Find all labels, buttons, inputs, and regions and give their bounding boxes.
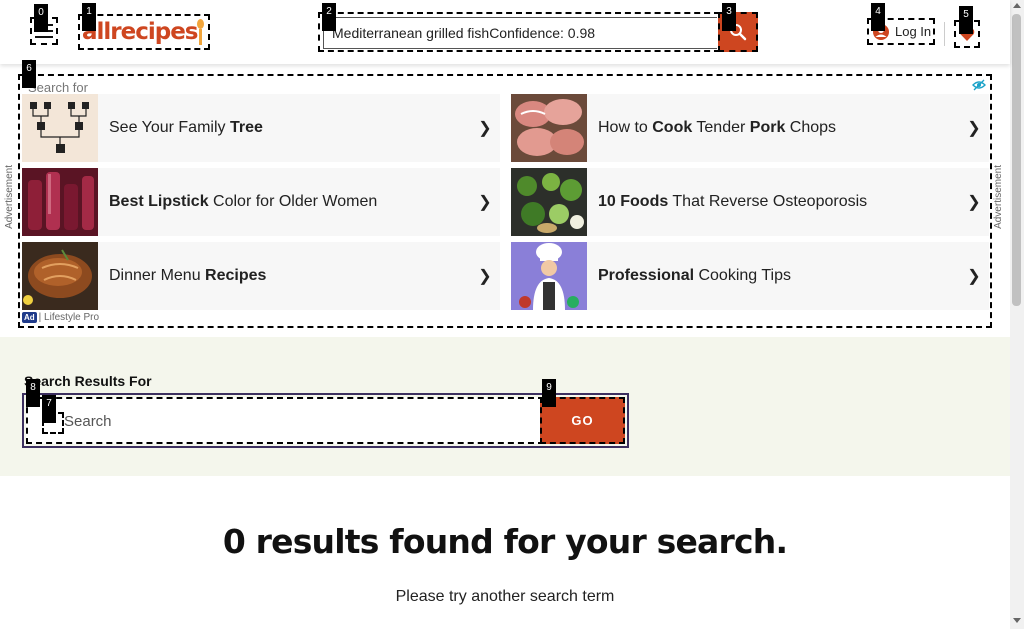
page: allrecipes Log In Adverti [0, 0, 1024, 629]
site-header: allrecipes Log In [0, 0, 1010, 64]
marker-label: 9 [542, 379, 556, 407]
ad-item[interactable]: Professional Cooking Tips ❯ [511, 242, 989, 310]
logo-text: allrecipes [82, 19, 199, 45]
chevron-right-icon: ❯ [478, 268, 492, 285]
ad-item[interactable]: How to Cook Tender Pork Chops ❯ [511, 94, 989, 162]
chevron-right-icon: ❯ [967, 268, 981, 285]
header-search-box [318, 12, 720, 52]
ad-item-label: Dinner Menu Recipes [109, 267, 267, 284]
eye-icon[interactable] [972, 79, 986, 91]
marker-label: 1 [82, 3, 96, 31]
family-tree-thumbnail [22, 94, 98, 162]
header-divider [944, 22, 945, 46]
ad-search-for: Search for [28, 80, 88, 95]
try-another-message: Please try another search term [395, 588, 615, 605]
ad-provider[interactable]: | Lifestyle Pro [39, 312, 99, 323]
results-search-input[interactable] [64, 405, 534, 437]
login-label: Log In [895, 24, 932, 39]
chevron-right-icon: ❯ [967, 120, 981, 137]
marker-label: 8 [26, 379, 40, 407]
ad-item-label: How to Cook Tender Pork Chops [598, 119, 837, 136]
marker-label: 3 [722, 3, 736, 31]
advertisement-label-left: Advertisement [4, 165, 15, 229]
scroll-up-arrow[interactable] [1013, 3, 1021, 8]
marker-label: 2 [322, 3, 336, 31]
header-search-input[interactable] [323, 17, 717, 49]
no-results-heading: 0 results found for your search. [222, 522, 788, 561]
ad-item[interactable]: See Your Family Tree ❯ [22, 94, 500, 162]
marker-label: 6 [22, 60, 36, 88]
ad-item-label: Professional Cooking Tips [598, 267, 791, 284]
ad-item[interactable]: 10 Foods That Reverse Osteoporosis ❯ [511, 168, 989, 236]
results-search-box [26, 397, 544, 444]
ad-block[interactable]: Search for See Your Family Tree ❯ How to… [18, 74, 992, 328]
vertical-scrollbar[interactable] [1010, 0, 1024, 629]
ad-item-label: Best Lipstick Color for Older Women [109, 193, 378, 210]
marker-label: 7 [42, 395, 56, 423]
search-results-form: GO [22, 393, 629, 448]
marker-label: 5 [959, 6, 973, 34]
roast-dinner-thumbnail [22, 242, 98, 310]
ad-badge: Ad [22, 312, 37, 323]
marker-label: 4 [871, 3, 885, 31]
ad-item[interactable]: Best Lipstick Color for Older Women ❯ [22, 168, 500, 236]
ad-item-label: See Your Family Tree [109, 119, 263, 136]
scroll-down-arrow[interactable] [1013, 618, 1021, 623]
ad-footer: Ad | Lifestyle Pro [22, 312, 99, 323]
marker-label: 0 [34, 4, 48, 32]
chevron-right-icon: ❯ [967, 194, 981, 211]
scroll-thumb[interactable] [1012, 14, 1021, 306]
pork-chops-thumbnail [511, 94, 587, 162]
lipstick-thumbnail [22, 168, 98, 236]
chevron-right-icon: ❯ [478, 194, 492, 211]
ad-item[interactable]: Dinner Menu Recipes ❯ [22, 242, 500, 310]
search-results-label: Search Results For [24, 373, 152, 389]
healthy-foods-thumbnail [511, 168, 587, 236]
chef-thumbnail [511, 242, 587, 310]
search-results-band: Search Results For GO [0, 337, 1010, 476]
chevron-right-icon: ❯ [478, 120, 492, 137]
allrecipes-logo[interactable]: allrecipes [78, 14, 210, 50]
spoon-icon [197, 19, 204, 47]
ad-item-label: 10 Foods That Reverse Osteoporosis [598, 193, 868, 210]
advertisement-label-right: Advertisement [993, 165, 1004, 229]
